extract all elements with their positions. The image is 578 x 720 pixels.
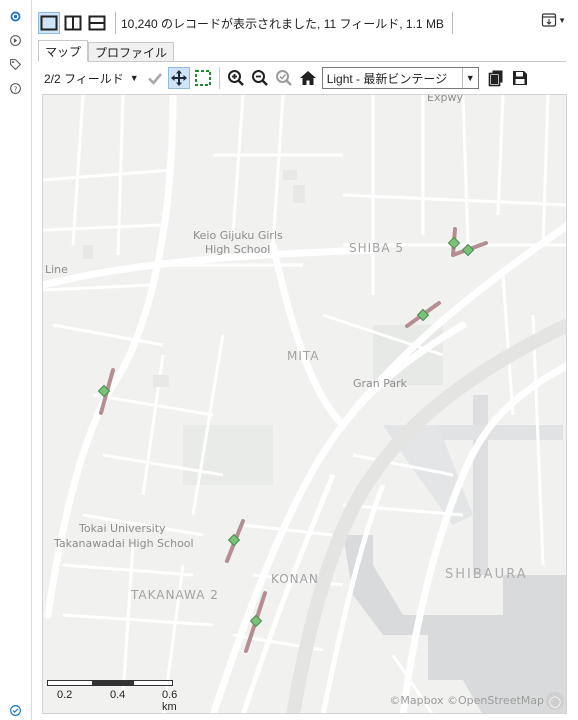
map-toolbar: 2/2 フィールド ▼ Light - 最新ビンテージ ▼ — [40, 64, 566, 92]
single-view-layout-icon[interactable] — [38, 12, 60, 34]
export-icon — [541, 13, 557, 27]
chevron-down-icon: ▼ — [461, 68, 478, 88]
basemap-dropdown[interactable]: Light - 最新ビンテージ ▼ — [321, 67, 479, 89]
chevron-down-icon: ▼ — [558, 15, 566, 25]
map-label-expwy: Expwy — [427, 94, 463, 104]
scale-segment-2 — [93, 680, 133, 686]
field-selector[interactable]: 2/2 フィールド ▼ — [40, 67, 143, 89]
rectangle-select-icon[interactable] — [192, 67, 214, 89]
check-circle-icon[interactable] — [8, 703, 23, 718]
scale-tick-2: 0.4 — [110, 689, 126, 701]
scale-tick-3: 0.6 km — [162, 689, 178, 713]
view-tabs: マップ プロファイル — [38, 40, 175, 62]
map-label-konan: KONAN — [271, 572, 319, 586]
record-info-text: 10,240 のレコードが表示されました, 11 フィールド, 1.1 MB — [121, 16, 444, 31]
map-label-school2-line2: Takanawadai High School — [54, 537, 194, 550]
scale-segment-1 — [47, 680, 93, 686]
map-label-gran-park: Gran Park — [353, 377, 408, 390]
map-label-takanawa2: TAKANAWA 2 — [131, 588, 219, 602]
mapbox-logo-icon[interactable]: ◯ — [546, 692, 564, 710]
scale-segment-3 — [133, 680, 173, 686]
help-icon[interactable]: ? — [8, 81, 23, 96]
zoom-in-icon[interactable] — [225, 67, 247, 89]
field-selector-label: 2/2 フィールド — [44, 71, 124, 86]
split-horizontal-layout-icon[interactable] — [86, 12, 108, 34]
scale-bar: 0.2 0.4 0.6 km — [47, 677, 177, 713]
header-separator — [115, 12, 116, 34]
map-label-school1-line1: Keio Gijuku Girls — [193, 229, 283, 242]
map-label-school1-line2: High School — [205, 243, 271, 256]
header-separator — [451, 12, 453, 34]
map-label-shiba5: SHIBA 5 — [349, 241, 405, 255]
map-label-line: Line — [45, 263, 68, 276]
map-label-school2-line1: Tokai University — [79, 522, 166, 535]
data-overlay — [97, 227, 488, 653]
scale-tick-1: 0.2 — [57, 689, 73, 701]
zoom-out-icon[interactable] — [249, 67, 271, 89]
circle-arrow-icon[interactable] — [8, 33, 23, 48]
configuration-gear-icon[interactable] — [8, 9, 23, 24]
tab-map[interactable]: マップ — [38, 40, 89, 62]
chevron-down-icon: ▼ — [129, 73, 139, 83]
basemap-dropdown-value: Light - 最新ビンテージ — [326, 71, 448, 86]
data-point-marker[interactable] — [249, 614, 263, 628]
home-icon[interactable] — [297, 67, 319, 89]
save-icon[interactable] — [509, 67, 531, 89]
data-point-marker[interactable] — [447, 236, 461, 250]
results-header: 10,240 のレコードが表示されました, 11 フィールド, 1.1 MB ▼ — [38, 8, 568, 38]
pan-move-icon[interactable] — [167, 67, 190, 89]
map-canvas[interactable]: Keio Gijuku Girls High School SHIBA 5 Li… — [42, 94, 567, 714]
app-root: ? 10,240 のレコードが表示されました, 11 フィールド, 1.1 MB… — [0, 0, 578, 720]
map-label-mita: MITA — [287, 349, 320, 363]
split-vertical-layout-icon[interactable] — [62, 12, 84, 34]
svg-text:?: ? — [14, 84, 18, 93]
apply-checkmark-icon[interactable] — [144, 67, 166, 89]
copy-icon[interactable] — [485, 67, 507, 89]
map-attribution[interactable]: ©Mapbox ©OpenStreetMap — [389, 694, 544, 707]
zoom-to-selection-icon[interactable] — [273, 67, 295, 89]
map-label-shibaura: SHIBAURA — [445, 567, 528, 582]
left-rail: ? — [0, 0, 32, 720]
export-menu-button[interactable]: ▼ — [541, 12, 566, 28]
tab-divider — [38, 61, 566, 62]
tag-icon[interactable] — [8, 57, 23, 72]
toolbar-separator — [218, 67, 220, 89]
tab-profile[interactable]: プロファイル — [88, 42, 175, 62]
